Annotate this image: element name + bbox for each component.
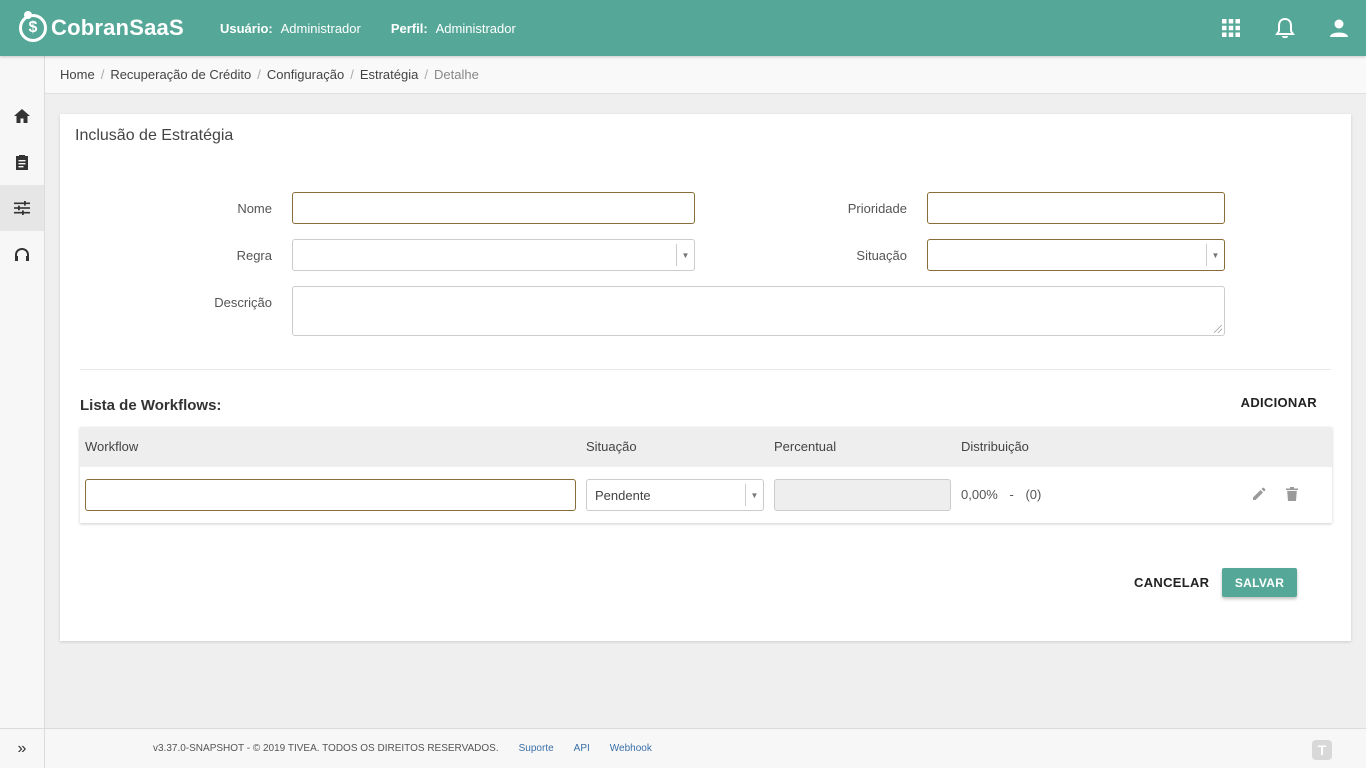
distribuicao-percent: 0,00% (961, 487, 998, 502)
user-value: Administrador (280, 20, 361, 36)
column-header-percentual: Percentual (774, 439, 837, 454)
sidebar-item-support[interactable] (0, 231, 44, 277)
save-button[interactable]: SALVAR (1222, 568, 1297, 597)
workflows-title: Lista de Workflows: (80, 397, 222, 414)
top-icons (1204, 0, 1366, 56)
user-label: Usuário: (220, 20, 273, 36)
top-bar: $ CobranSaaS Usuário: Administrador Perf… (0, 0, 1366, 56)
cancel-button[interactable]: CANCELAR (1134, 575, 1209, 590)
footer-logo-icon: T (1312, 740, 1332, 760)
regra-select[interactable]: ▼ (292, 239, 695, 271)
breadcrumb-separator: / (257, 67, 261, 82)
trash-icon[interactable] (1286, 487, 1298, 504)
resize-handle-icon[interactable] (1214, 325, 1222, 333)
footer-link-api[interactable]: API (574, 743, 590, 754)
distribuicao-separator: - (1009, 487, 1014, 502)
logo-icon: $ (19, 11, 47, 42)
clipboard-icon (16, 155, 28, 170)
profile-label: Perfil: (390, 20, 428, 36)
user-group: Usuário: Administrador (220, 21, 361, 36)
page-title: Inclusão de Estratégia (75, 127, 234, 144)
prioridade-input[interactable] (927, 192, 1225, 224)
regra-label: Regra (236, 248, 272, 263)
column-header-workflow: Workflow (85, 439, 139, 454)
sidebar-expand-icon[interactable]: » (0, 728, 44, 768)
breadcrumb-separator: / (424, 67, 428, 82)
table-header: Workflow Situação Percentual Distribuiçã… (80, 427, 1332, 467)
user-icon[interactable] (1312, 0, 1366, 56)
column-header-distribuicao: Distribuição (961, 439, 1029, 454)
add-workflow-button[interactable]: ADICIONAR (1241, 395, 1317, 410)
breadcrumb-configuration[interactable]: Configuração (267, 67, 344, 82)
divider (80, 369, 1331, 370)
breadcrumb: Home / Recuperação de Crédito / Configur… (45, 56, 1366, 94)
sidebar-item-clipboard[interactable] (0, 139, 44, 185)
situacao-select[interactable]: ▼ (927, 239, 1225, 271)
nome-input[interactable] (292, 192, 695, 224)
descricao-label: Descrição (214, 295, 272, 310)
breadcrumb-current: Detalhe (433, 67, 479, 82)
footer: v3.37.0-SNAPSHOT - © 2019 TIVEA. TODOS O… (45, 728, 1366, 768)
profile-value: Administrador (435, 20, 516, 36)
logo-text: CobranSaaS (51, 15, 184, 40)
workflows-table: Workflow Situação Percentual Distribuiçã… (80, 427, 1332, 523)
chevron-down-icon: ▼ (1206, 244, 1224, 266)
user-info: Usuário: Administrador Perfil: Administr… (220, 21, 546, 36)
table-row: Pendente ▼ 0,00% - (0) (80, 467, 1332, 523)
breadcrumb-separator: / (350, 67, 354, 82)
strategy-form-card: Inclusão de Estratégia Nome Prioridade R… (60, 114, 1351, 641)
profile-group: Perfil: Administrador (391, 21, 516, 36)
column-header-situacao: Situação (586, 439, 637, 454)
apps-grid-icon[interactable] (1204, 0, 1258, 56)
prioridade-label: Prioridade (847, 201, 907, 216)
descricao-textarea[interactable] (292, 286, 1225, 336)
home-icon (14, 109, 30, 123)
workflow-percentual-input (774, 479, 951, 511)
workflow-distribuicao: 0,00% - (0) (961, 487, 1041, 502)
sidebar: » (0, 56, 45, 768)
chevron-down-icon: ▼ (745, 484, 763, 506)
footer-link-webhook[interactable]: Webhook (610, 743, 652, 754)
bell-icon[interactable] (1258, 0, 1312, 56)
breadcrumb-credit-recovery[interactable]: Recuperação de Crédito (110, 67, 251, 82)
logo[interactable]: $ CobranSaaS (19, 11, 201, 42)
workflow-input[interactable] (85, 479, 576, 511)
workflow-situacao-select[interactable]: Pendente ▼ (586, 479, 764, 511)
breadcrumb-home[interactable]: Home (60, 67, 95, 82)
chevron-down-icon: ▼ (676, 244, 694, 266)
breadcrumb-separator: / (100, 67, 105, 82)
workflow-situacao-value: Pendente (595, 488, 651, 503)
edit-pencil-icon[interactable] (1252, 487, 1266, 504)
sliders-icon (14, 201, 30, 215)
sidebar-item-home[interactable] (0, 93, 44, 139)
footer-version: v3.37.0-SNAPSHOT - © 2019 TIVEA. TODOS O… (153, 743, 499, 754)
distribuicao-count: (0) (1025, 487, 1042, 502)
situacao-label: Situação (856, 248, 907, 263)
breadcrumb-strategy[interactable]: Estratégia (360, 67, 419, 82)
footer-link-suporte[interactable]: Suporte (519, 743, 554, 754)
nome-label: Nome (237, 201, 272, 216)
sidebar-item-settings[interactable] (0, 185, 44, 231)
headset-icon (15, 247, 29, 261)
